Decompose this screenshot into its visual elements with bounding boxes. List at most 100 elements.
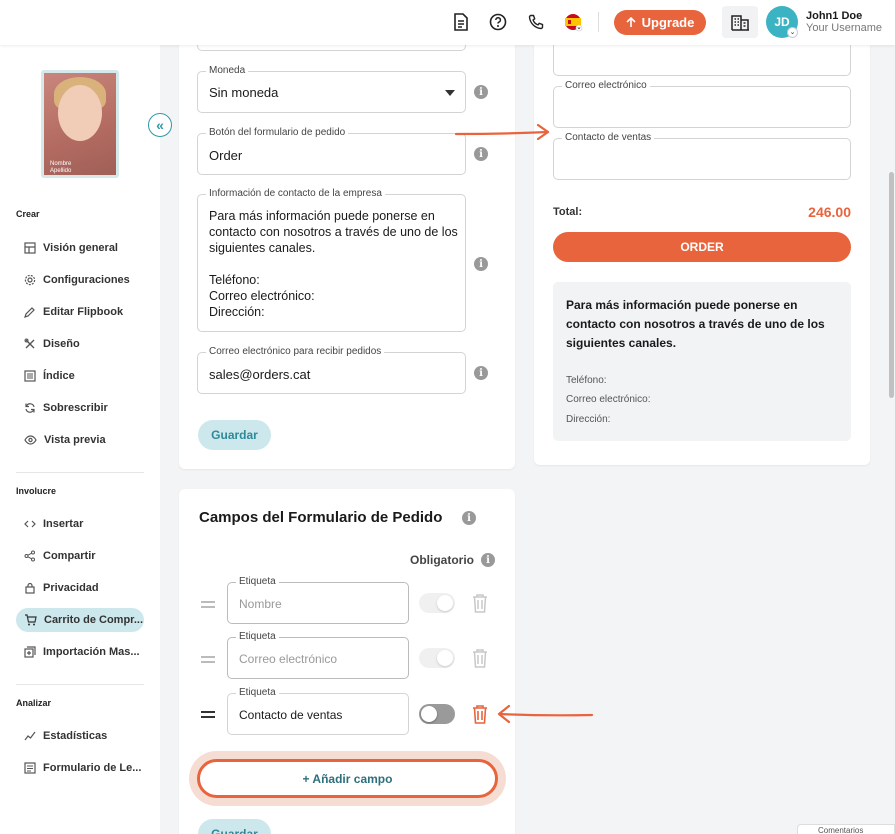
trend-chart-icon <box>24 731 36 741</box>
refresh-icon <box>25 403 35 413</box>
sidebar-item-bulk-import[interactable]: Importación Mas... <box>16 640 144 664</box>
lock-icon <box>25 582 35 594</box>
drag-handle-icon[interactable] <box>201 601 215 611</box>
annotation-arrow-icon <box>454 123 550 141</box>
info-icon[interactable]: i <box>474 257 488 271</box>
order-button-value: Order <box>209 148 243 163</box>
field-label-input[interactable]: Etiqueta Nombre <box>227 576 409 624</box>
sidebar-item-share[interactable]: Compartir <box>16 544 144 568</box>
sidebar-item-label: Configuraciones <box>43 274 130 286</box>
sidebar-item-design[interactable]: Diseño <box>16 332 144 356</box>
company-contact-textarea[interactable]: Información de contacto de la empresa Pa… <box>197 188 466 332</box>
sidebar-item-overwrite[interactable]: Sobrescribir <box>16 396 144 420</box>
design-tools-icon <box>24 338 35 349</box>
field-label-value: Nombre <box>239 597 282 611</box>
code-icon <box>24 520 36 528</box>
caret-down-icon <box>445 90 455 96</box>
sidebar-item-settings[interactable]: Configuraciones <box>16 268 144 292</box>
save-button[interactable]: Guardar <box>198 420 271 450</box>
organization-button[interactable] <box>722 6 758 38</box>
preview-sales-contact-field[interactable]: Contacto de ventas <box>553 132 851 180</box>
section-create: Crear <box>16 209 40 219</box>
field-label-input[interactable]: Etiqueta Correo electrónico <box>227 631 409 679</box>
orders-email-input[interactable]: Correo electrónico para recibir pedidos … <box>197 346 466 394</box>
language-flag-icon[interactable] <box>563 12 583 32</box>
preview-contact-info: Para más información puede ponerse en co… <box>553 282 851 441</box>
trash-icon[interactable] <box>471 593 489 613</box>
sidebar-item-label: Visión general <box>43 242 118 254</box>
flipbook-cover-thumbnail[interactable]: Nombre Apellido <box>41 70 119 178</box>
upgrade-label: Upgrade <box>641 15 695 30</box>
contact-line: Teléfono: <box>209 273 260 287</box>
order-button-text-input[interactable]: Botón del formulario de pedido Order <box>197 127 466 175</box>
sidebar-item-privacy[interactable]: Privacidad <box>16 576 144 600</box>
sidebar-item-statistics[interactable]: Estadísticas <box>16 724 144 748</box>
chevron-down-icon: ⌄ <box>787 27 798 38</box>
info-icon[interactable]: i <box>481 553 495 567</box>
sidebar-item-embed[interactable]: Insertar <box>16 512 144 536</box>
user-username: Your Username <box>806 22 883 34</box>
collapse-sidebar-button[interactable]: « <box>148 113 172 137</box>
info-line: Para más información puede ponerse en <box>566 298 798 312</box>
contact-line: Para más información puede ponerse en <box>209 209 435 223</box>
help-icon[interactable] <box>488 12 508 32</box>
orders-email-value: sales@orders.cat <box>209 367 311 382</box>
trash-icon[interactable] <box>471 704 489 724</box>
save-button[interactable]: Guardar <box>198 819 271 834</box>
preview-address: Dirección: <box>566 414 611 425</box>
currency-label: Moneda <box>206 65 249 76</box>
sidebar-item-shopping-cart[interactable]: Carrito de Compr... <box>16 608 144 632</box>
sidebar-item-label: Formulario de Le... <box>43 762 142 774</box>
document-icon[interactable] <box>451 12 471 32</box>
form-icon <box>24 762 36 774</box>
preview-email-label: Correo electrónico <box>562 80 650 91</box>
info-icon[interactable]: i <box>474 147 488 161</box>
scrollbar-thumb[interactable] <box>889 172 894 398</box>
layout-icon <box>24 242 36 254</box>
share-icon <box>24 550 35 562</box>
contact-line: siguientes canales. <box>209 241 316 255</box>
sidebar-item-label: Insertar <box>43 518 84 530</box>
annotation-arrow-icon <box>497 704 594 724</box>
cover-face <box>58 85 102 141</box>
field-label-caption: Etiqueta <box>236 576 279 587</box>
currency-select[interactable]: Moneda Sin moneda <box>197 65 466 113</box>
user-name: John1 Doe <box>806 10 863 22</box>
order-button[interactable]: ORDER <box>553 232 851 262</box>
sidebar-item-preview[interactable]: Vista previa <box>16 428 144 452</box>
sidebar-item-edit-flipbook[interactable]: Editar Flipbook <box>16 300 144 324</box>
trash-icon[interactable] <box>471 648 489 668</box>
add-field-button[interactable]: + Añadir campo <box>197 759 498 798</box>
required-toggle[interactable] <box>419 648 455 668</box>
cart-icon <box>25 614 37 626</box>
sidebar-item-label: Índice <box>43 370 75 382</box>
eye-icon <box>24 435 37 445</box>
info-icon[interactable]: i <box>462 511 476 525</box>
sidebar-item-label: Compartir <box>43 550 96 562</box>
preview-email-field[interactable]: Correo electrónico <box>553 80 851 128</box>
drag-handle-icon[interactable] <box>201 711 215 721</box>
sidebar-item-label: Carrito de Compr... <box>44 614 144 626</box>
upgrade-button[interactable]: Upgrade <box>614 10 706 35</box>
contact-line: Correo electrónico: <box>209 289 315 303</box>
sidebar-item-label: Sobrescribir <box>43 402 108 414</box>
sidebar-item-label: Importación Mas... <box>43 646 140 658</box>
pencil-icon <box>24 307 35 318</box>
sidebar-item-overview[interactable]: Visión general <box>16 236 144 260</box>
sidebar-item-lead-form[interactable]: Formulario de Le... <box>16 756 144 780</box>
required-toggle[interactable] <box>419 704 455 724</box>
preview-phone: Teléfono: <box>566 375 607 386</box>
sidebar-item-label: Diseño <box>43 338 80 350</box>
sidebar-item-label: Vista previa <box>44 434 106 446</box>
info-icon[interactable]: i <box>474 85 488 99</box>
required-toggle[interactable] <box>419 593 455 613</box>
sidebar-item-index[interactable]: Índice <box>16 364 144 388</box>
section-involve: Involucre <box>16 486 57 496</box>
field-label-input[interactable]: Etiqueta Contacto de ventas <box>227 687 409 735</box>
drag-handle-icon[interactable] <box>201 656 215 666</box>
field-label-caption: Etiqueta <box>236 631 279 642</box>
preview-sales-label: Contacto de ventas <box>562 132 655 143</box>
feedback-tab[interactable]: Comentarios <box>797 824 895 834</box>
phone-icon[interactable] <box>526 12 546 32</box>
info-icon[interactable]: i <box>474 366 488 380</box>
